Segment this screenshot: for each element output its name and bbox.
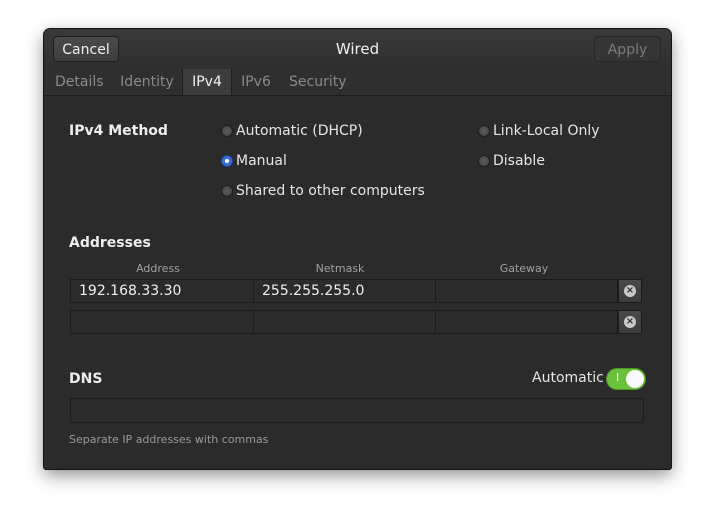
dns-input[interactable] [70, 398, 644, 423]
column-header-netmask: Netmask [315, 262, 365, 275]
address-row: 192.168.33.30 255.255.255.0 [70, 279, 618, 303]
gateway-input[interactable] [435, 311, 617, 333]
connection-dialog: Cancel Wired Apply Details Identity IPv4… [44, 29, 671, 469]
address-input[interactable] [71, 311, 253, 333]
radio-button-icon [221, 185, 233, 197]
radio-label: Disable [493, 153, 545, 169]
radio-label: Automatic (DHCP) [236, 123, 363, 139]
titlebar: Cancel Wired Apply [44, 29, 671, 70]
tab-details[interactable]: Details [55, 69, 104, 95]
radio-button-icon [221, 125, 233, 137]
dns-automatic-label: Automatic [532, 370, 604, 386]
remove-address-button[interactable]: × [618, 310, 642, 334]
dns-hint: Separate IP addresses with commas [69, 433, 269, 446]
apply-button[interactable]: Apply [594, 36, 661, 62]
tab-identity[interactable]: Identity [120, 69, 174, 95]
radio-disable[interactable]: Disable [478, 153, 545, 169]
dns-label: DNS [69, 371, 103, 387]
remove-address-button[interactable]: × [618, 279, 642, 303]
radio-automatic-dhcp[interactable]: Automatic (DHCP) [221, 123, 363, 139]
netmask-input[interactable]: 255.255.255.0 [253, 280, 435, 302]
window-title: Wired [335, 40, 380, 58]
column-header-address: Address [136, 262, 180, 275]
address-row [70, 310, 618, 334]
column-header-gateway: Gateway [499, 262, 549, 275]
netmask-input[interactable] [253, 311, 435, 333]
switch-knob [626, 370, 644, 388]
address-input[interactable]: 192.168.33.30 [71, 280, 253, 302]
addresses-label: Addresses [69, 235, 151, 251]
dns-automatic-switch[interactable]: I [606, 368, 646, 390]
radio-button-icon [478, 155, 490, 167]
switch-on-indicator: I [616, 371, 620, 384]
radio-shared[interactable]: Shared to other computers [221, 183, 425, 199]
tab-ipv4[interactable]: IPv4 [182, 69, 232, 95]
radio-label: Manual [236, 153, 287, 169]
clear-icon: × [624, 285, 636, 297]
radio-link-local[interactable]: Link-Local Only [478, 123, 600, 139]
tab-security[interactable]: Security [289, 69, 347, 95]
radio-selected-icon [221, 155, 233, 167]
radio-manual[interactable]: Manual [221, 153, 287, 169]
tab-bar: Details Identity IPv4 IPv6 Security [44, 69, 671, 96]
radio-label: Shared to other computers [236, 183, 425, 199]
tab-ipv6[interactable]: IPv6 [240, 69, 272, 95]
gateway-input[interactable] [435, 280, 617, 302]
radio-button-icon [478, 125, 490, 137]
radio-label: Link-Local Only [493, 123, 600, 139]
clear-icon: × [624, 316, 636, 328]
ipv4-method-label: IPv4 Method [69, 123, 168, 139]
